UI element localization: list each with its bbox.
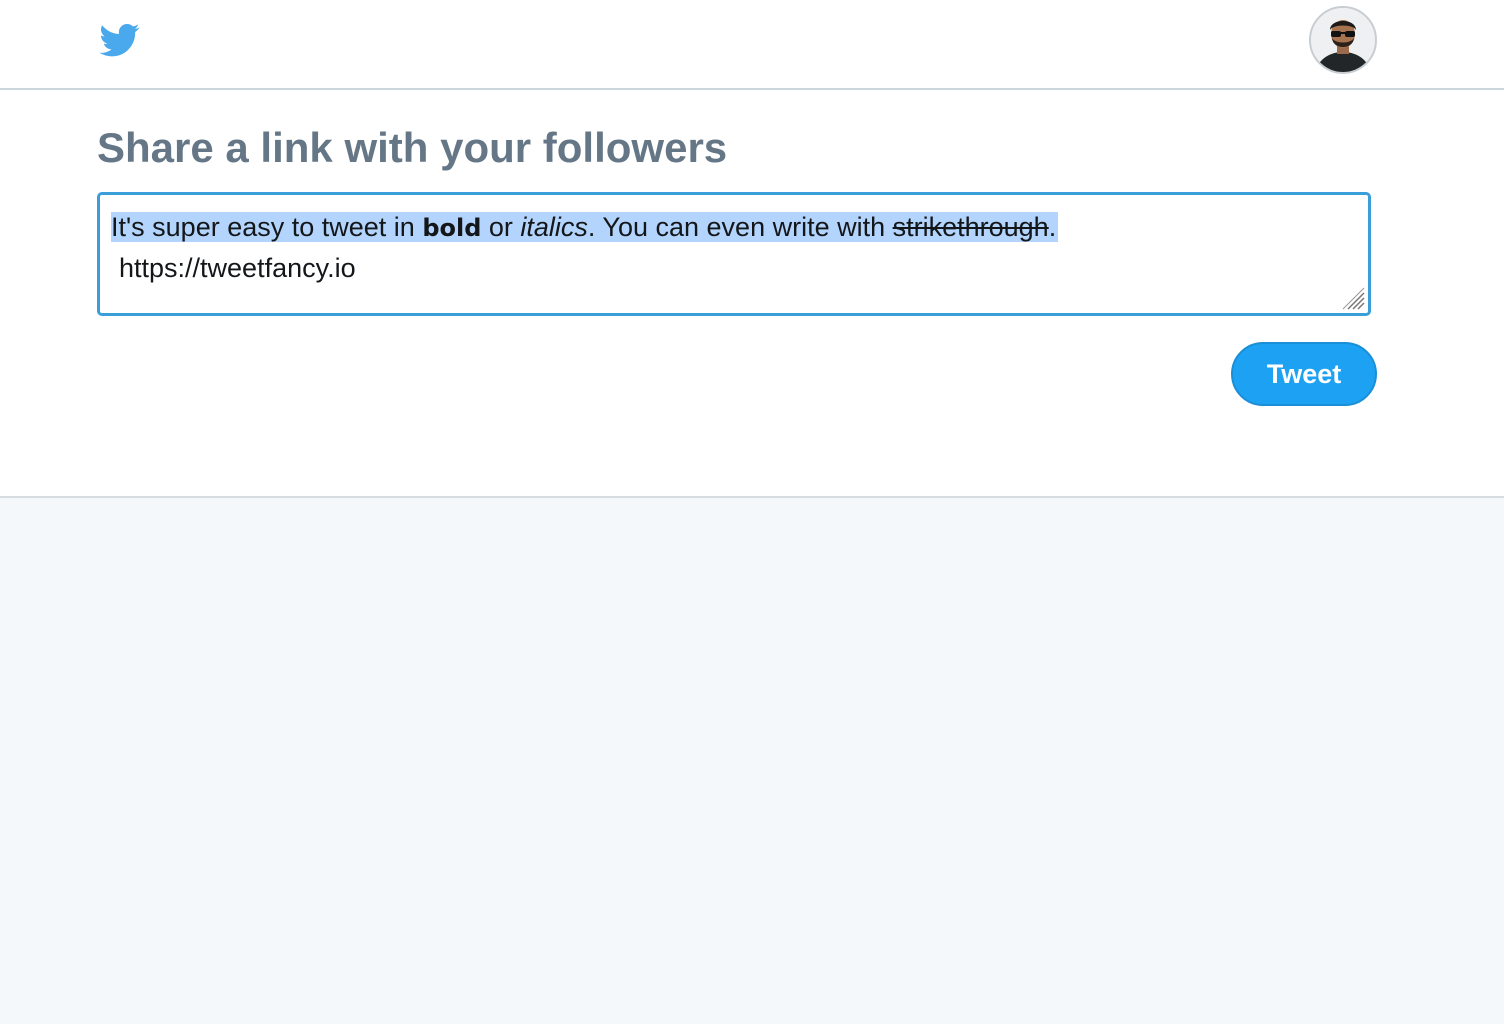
twitter-bird-icon[interactable] xyxy=(96,20,144,60)
tweet-textarea[interactable]: It's super easy to tweet in bold or ital… xyxy=(97,192,1371,316)
tweet-button[interactable]: Tweet xyxy=(1231,342,1377,406)
compose-panel: Share a link with your followers It's su… xyxy=(0,90,1504,498)
avatar[interactable] xyxy=(1309,6,1377,74)
italic-text-segment: italics xyxy=(520,212,588,242)
text-segment: . You can even write with xyxy=(587,212,893,242)
resize-handle-icon[interactable] xyxy=(1342,287,1366,311)
link-text-line: https://tweetfancy.io xyxy=(119,253,356,283)
top-nav-bar xyxy=(0,0,1504,90)
strikethrough-text-segment: strikethrough xyxy=(892,212,1049,242)
bold-text-segment: bold xyxy=(422,214,482,242)
text-segment: It's super easy to tweet in xyxy=(111,212,423,242)
page-title: Share a link with your followers xyxy=(97,124,728,171)
text-segment: or xyxy=(481,212,521,242)
selected-text-line: It's super easy to tweet in bold or ital… xyxy=(111,212,1059,242)
avatar-image xyxy=(1311,8,1375,72)
text-segment: . xyxy=(1048,212,1057,242)
tweet-text-content[interactable]: It's super easy to tweet in bold or ital… xyxy=(111,207,1059,288)
